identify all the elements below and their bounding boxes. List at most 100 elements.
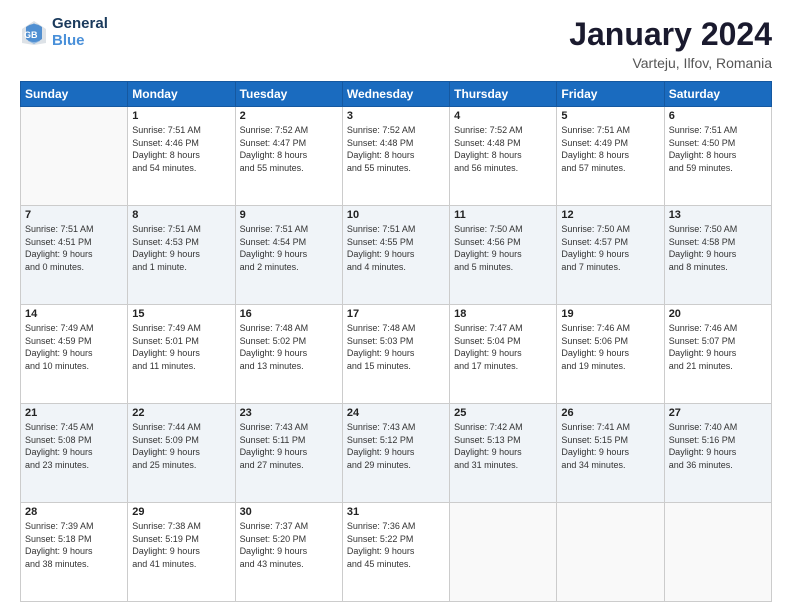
- table-row: 18Sunrise: 7:47 AMSunset: 5:04 PMDayligh…: [450, 305, 557, 404]
- day-number: 17: [347, 308, 445, 320]
- logo: GB General Blue: [20, 16, 108, 49]
- svg-text:GB: GB: [24, 30, 38, 40]
- table-row: 31 Sunrise: 7:36 AMSunset: 5:22 PMDayligh…: [342, 503, 449, 602]
- col-monday: Monday: [128, 82, 235, 107]
- day-info: Sunrise: 7:51 AMSunset: 4:51 PMDaylight:…: [25, 223, 123, 273]
- day-number: 9: [240, 209, 338, 221]
- logo-icon: GB: [20, 19, 48, 47]
- table-row: 13 Sunrise: 7:50 AMSunset: 4:58 PMDayligh…: [664, 206, 771, 305]
- day-info: Sunrise: 7:39 AMSunset: 5:18 PMDaylight:…: [25, 520, 123, 570]
- col-thursday: Thursday: [450, 82, 557, 107]
- calendar-table: Sunday Monday Tuesday Wednesday Thursday…: [20, 81, 772, 602]
- table-row: 3 Sunrise: 7:52 AMSunset: 4:48 PMDaylight…: [342, 107, 449, 206]
- day-info: Sunrise: 7:44 AMSunset: 5:09 PMDaylight:…: [132, 421, 230, 471]
- day-number: 27: [669, 407, 767, 419]
- day-info: Sunrise: 7:51 AMSunset: 4:50 PMDaylight:…: [669, 124, 767, 174]
- table-row: 1Sunrise: 7:51 AMSunset: 4:46 PMDaylight…: [128, 107, 235, 206]
- day-info: Sunrise: 7:52 AMSunset: 4:48 PMDaylight:…: [347, 124, 445, 174]
- day-info: Sunrise: 7:46 AMSunset: 5:07 PMDaylight:…: [669, 322, 767, 372]
- day-number: 3: [347, 110, 445, 122]
- day-info: Sunrise: 7:46 AMSunset: 5:06 PMDaylight:…: [561, 322, 659, 372]
- day-number: 13: [669, 209, 767, 221]
- day-number: 8: [132, 209, 230, 221]
- table-row: [557, 503, 664, 602]
- calendar-week-row: 21 Sunrise: 7:45 AMSunset: 5:08 PMDayligh…: [21, 404, 772, 503]
- header-row: Sunday Monday Tuesday Wednesday Thursday…: [21, 82, 772, 107]
- table-row: 30Sunrise: 7:37 AMSunset: 5:20 PMDayligh…: [235, 503, 342, 602]
- day-number: 20: [669, 308, 767, 320]
- day-info: Sunrise: 7:52 AMSunset: 4:47 PMDaylight:…: [240, 124, 338, 174]
- day-number: 29: [132, 506, 230, 518]
- day-info: Sunrise: 7:41 AMSunset: 5:15 PMDaylight:…: [561, 421, 659, 471]
- table-row: 5Sunrise: 7:51 AMSunset: 4:49 PMDaylight…: [557, 107, 664, 206]
- day-number: 10: [347, 209, 445, 221]
- calendar-week-row: 7 Sunrise: 7:51 AMSunset: 4:51 PMDaylight…: [21, 206, 772, 305]
- calendar-subtitle: Varteju, Ilfov, Romania: [569, 55, 772, 71]
- day-number: 4: [454, 110, 552, 122]
- table-row: 26 Sunrise: 7:41 AMSunset: 5:15 PMDayligh…: [557, 404, 664, 503]
- day-number: 15: [132, 308, 230, 320]
- day-number: 28: [25, 506, 123, 518]
- day-info: Sunrise: 7:37 AMSunset: 5:20 PMDaylight:…: [240, 520, 338, 570]
- day-info: Sunrise: 7:36 AMSunset: 5:22 PMDaylight:…: [347, 520, 445, 570]
- table-row: 15 Sunrise: 7:49 AMSunset: 5:01 PMDayligh…: [128, 305, 235, 404]
- day-info: Sunrise: 7:52 AMSunset: 4:48 PMDaylight:…: [454, 124, 552, 174]
- day-number: 25: [454, 407, 552, 419]
- day-info: Sunrise: 7:49 AMSunset: 4:59 PMDaylight:…: [25, 322, 123, 372]
- table-row: 23Sunrise: 7:43 AMSunset: 5:11 PMDayligh…: [235, 404, 342, 503]
- logo-text: General Blue: [52, 16, 108, 49]
- table-row: 17 Sunrise: 7:48 AMSunset: 5:03 PMDayligh…: [342, 305, 449, 404]
- col-friday: Friday: [557, 82, 664, 107]
- day-number: 14: [25, 308, 123, 320]
- title-block: January 2024 Varteju, Ilfov, Romania: [569, 16, 772, 71]
- day-info: Sunrise: 7:51 AMSunset: 4:53 PMDaylight:…: [132, 223, 230, 273]
- day-number: 26: [561, 407, 659, 419]
- table-row: 4 Sunrise: 7:52 AMSunset: 4:48 PMDaylight…: [450, 107, 557, 206]
- header: GB General Blue January 2024 Varteju, Il…: [20, 16, 772, 71]
- table-row: [450, 503, 557, 602]
- table-row: 28 Sunrise: 7:39 AMSunset: 5:18 PMDayligh…: [21, 503, 128, 602]
- day-number: 7: [25, 209, 123, 221]
- table-row: 10Sunrise: 7:51 AMSunset: 4:55 PMDayligh…: [342, 206, 449, 305]
- day-number: 11: [454, 209, 552, 221]
- day-info: Sunrise: 7:48 AMSunset: 5:02 PMDaylight:…: [240, 322, 338, 372]
- day-number: 31: [347, 506, 445, 518]
- day-number: 2: [240, 110, 338, 122]
- calendar-title: January 2024: [569, 16, 772, 53]
- day-info: Sunrise: 7:51 AMSunset: 4:54 PMDaylight:…: [240, 223, 338, 273]
- page: GB General Blue January 2024 Varteju, Il…: [0, 0, 792, 612]
- day-info: Sunrise: 7:43 AMSunset: 5:11 PMDaylight:…: [240, 421, 338, 471]
- table-row: 9 Sunrise: 7:51 AMSunset: 4:54 PMDaylight…: [235, 206, 342, 305]
- day-number: 22: [132, 407, 230, 419]
- day-number: 21: [25, 407, 123, 419]
- calendar-week-row: 28 Sunrise: 7:39 AMSunset: 5:18 PMDayligh…: [21, 503, 772, 602]
- day-number: 6: [669, 110, 767, 122]
- table-row: 19 Sunrise: 7:46 AMSunset: 5:06 PMDayligh…: [557, 305, 664, 404]
- table-row: 24Sunrise: 7:43 AMSunset: 5:12 PMDayligh…: [342, 404, 449, 503]
- col-sunday: Sunday: [21, 82, 128, 107]
- table-row: 27Sunrise: 7:40 AMSunset: 5:16 PMDayligh…: [664, 404, 771, 503]
- day-info: Sunrise: 7:50 AMSunset: 4:56 PMDaylight:…: [454, 223, 552, 273]
- col-saturday: Saturday: [664, 82, 771, 107]
- day-number: 19: [561, 308, 659, 320]
- table-row: 21 Sunrise: 7:45 AMSunset: 5:08 PMDayligh…: [21, 404, 128, 503]
- table-row: 14 Sunrise: 7:49 AMSunset: 4:59 PMDayligh…: [21, 305, 128, 404]
- day-number: 24: [347, 407, 445, 419]
- day-number: 5: [561, 110, 659, 122]
- table-row: 7 Sunrise: 7:51 AMSunset: 4:51 PMDaylight…: [21, 206, 128, 305]
- day-number: 12: [561, 209, 659, 221]
- table-row: 8 Sunrise: 7:51 AMSunset: 4:53 PMDaylight…: [128, 206, 235, 305]
- calendar-week-row: 14 Sunrise: 7:49 AMSunset: 4:59 PMDayligh…: [21, 305, 772, 404]
- table-row: 29 Sunrise: 7:38 AMSunset: 5:19 PMDayligh…: [128, 503, 235, 602]
- day-info: Sunrise: 7:48 AMSunset: 5:03 PMDaylight:…: [347, 322, 445, 372]
- calendar-week-row: 1Sunrise: 7:51 AMSunset: 4:46 PMDaylight…: [21, 107, 772, 206]
- day-info: Sunrise: 7:50 AMSunset: 4:58 PMDaylight:…: [669, 223, 767, 273]
- day-info: Sunrise: 7:45 AMSunset: 5:08 PMDaylight:…: [25, 421, 123, 471]
- table-row: 12 Sunrise: 7:50 AMSunset: 4:57 PMDayligh…: [557, 206, 664, 305]
- day-info: Sunrise: 7:49 AMSunset: 5:01 PMDaylight:…: [132, 322, 230, 372]
- day-number: 1: [132, 110, 230, 122]
- day-info: Sunrise: 7:38 AMSunset: 5:19 PMDaylight:…: [132, 520, 230, 570]
- table-row: 20 Sunrise: 7:46 AMSunset: 5:07 PMDayligh…: [664, 305, 771, 404]
- table-row: [664, 503, 771, 602]
- day-info: Sunrise: 7:50 AMSunset: 4:57 PMDaylight:…: [561, 223, 659, 273]
